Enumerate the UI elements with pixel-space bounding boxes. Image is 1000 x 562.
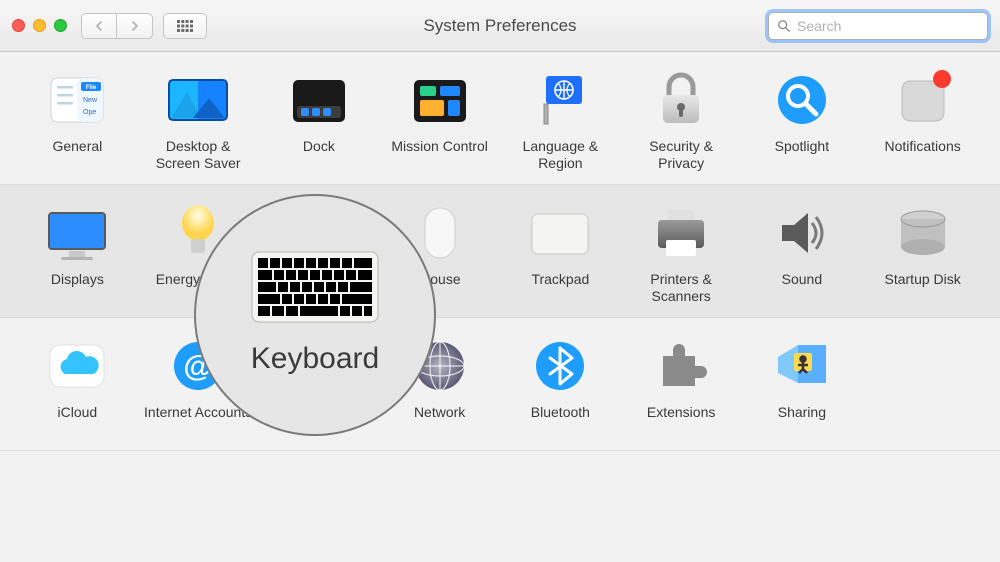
pane-label: Network [414, 404, 465, 438]
pane-label: Trackpad [531, 271, 589, 305]
pane-label: Language & Region [505, 138, 616, 172]
pane-label: Security & Privacy [626, 138, 737, 172]
minimize-button[interactable] [33, 19, 46, 32]
pane-notifications[interactable]: Notifications [867, 66, 978, 172]
pane-security-privacy[interactable]: Security & Privacy [626, 66, 737, 172]
window-controls [12, 19, 67, 32]
trackpad-icon [526, 199, 594, 267]
displays-icon [43, 199, 111, 267]
search-input[interactable] [797, 18, 979, 34]
nav-buttons [81, 13, 153, 39]
highlight-magnifier: Keyboard [194, 194, 436, 436]
pane-label: Extensions [647, 404, 715, 438]
pane-row: iCloud @ Internet Accounts [0, 318, 1000, 451]
pane-label: Desktop & Screen Saver [143, 138, 254, 172]
svg-text:New: New [83, 97, 98, 104]
pane-spotlight[interactable]: Spotlight [747, 66, 858, 172]
pane-dock[interactable]: Dock [264, 66, 375, 172]
preference-panes: File New Ope General [0, 52, 1000, 451]
pane-label: Dock [303, 138, 335, 172]
pane-label: Sharing [778, 404, 826, 438]
pane-icloud[interactable]: iCloud [22, 332, 133, 438]
pane-sound[interactable]: Sound [747, 199, 858, 305]
pane-extensions[interactable]: Extensions [626, 332, 737, 438]
pane-label: Notifications [884, 138, 960, 172]
pane-desktop-screensaver[interactable]: Desktop & Screen Saver [143, 66, 254, 172]
mission-control-icon [406, 66, 474, 134]
back-button[interactable] [81, 13, 117, 39]
forward-button[interactable] [117, 13, 153, 39]
svg-text:Ope: Ope [83, 109, 96, 116]
pane-bluetooth[interactable]: Bluetooth [505, 332, 616, 438]
startup-disk-icon [889, 199, 957, 267]
pane-sharing[interactable]: Sharing [747, 332, 858, 438]
search-field[interactable] [768, 12, 988, 40]
pane-label: iCloud [58, 404, 98, 438]
dock-icon [285, 66, 353, 134]
sound-icon [768, 199, 836, 267]
svg-text:File: File [86, 85, 97, 91]
printers-icon [647, 199, 715, 267]
pane-general[interactable]: File New Ope General [22, 66, 133, 172]
keyboard-icon [250, 248, 380, 326]
desktop-icon [164, 66, 232, 134]
pane-mission-control[interactable]: Mission Control [384, 66, 495, 172]
pane-language-region[interactable]: Language & Region [505, 66, 616, 172]
pane-label: Spotlight [775, 138, 829, 172]
pane-displays[interactable]: Displays [22, 199, 133, 305]
notifications-icon [889, 66, 957, 134]
pane-row: File New Ope General [0, 52, 1000, 185]
pane-label: Displays [51, 271, 104, 305]
titlebar: System Preferences [0, 0, 1000, 52]
pane-label: General [52, 138, 102, 172]
maximize-button[interactable] [54, 19, 67, 32]
pane-trackpad[interactable]: Trackpad [505, 199, 616, 305]
language-region-icon [526, 66, 594, 134]
bluetooth-icon [526, 332, 594, 400]
pane-row: Displays Energy Saver [0, 185, 1000, 318]
highlight-label: Keyboard [251, 342, 379, 376]
pane-label: Printers & Scanners [626, 271, 737, 305]
pane-label: Bluetooth [531, 404, 590, 438]
sharing-icon [768, 332, 836, 400]
show-all-button[interactable] [163, 13, 207, 39]
search-icon [777, 19, 791, 33]
icloud-icon [43, 332, 111, 400]
pane-label: Internet Accounts [144, 404, 252, 438]
notification-badge [933, 70, 951, 88]
security-icon [647, 66, 715, 134]
pane-startup-disk[interactable]: Startup Disk [867, 199, 978, 305]
pane-printers-scanners[interactable]: Printers & Scanners [626, 199, 737, 305]
pane-label: Startup Disk [885, 271, 961, 305]
general-icon: File New Ope [43, 66, 111, 134]
pane-label: Mission Control [391, 138, 487, 172]
close-button[interactable] [12, 19, 25, 32]
pane-label: Sound [782, 271, 822, 305]
extensions-icon [647, 332, 715, 400]
spotlight-icon [768, 66, 836, 134]
